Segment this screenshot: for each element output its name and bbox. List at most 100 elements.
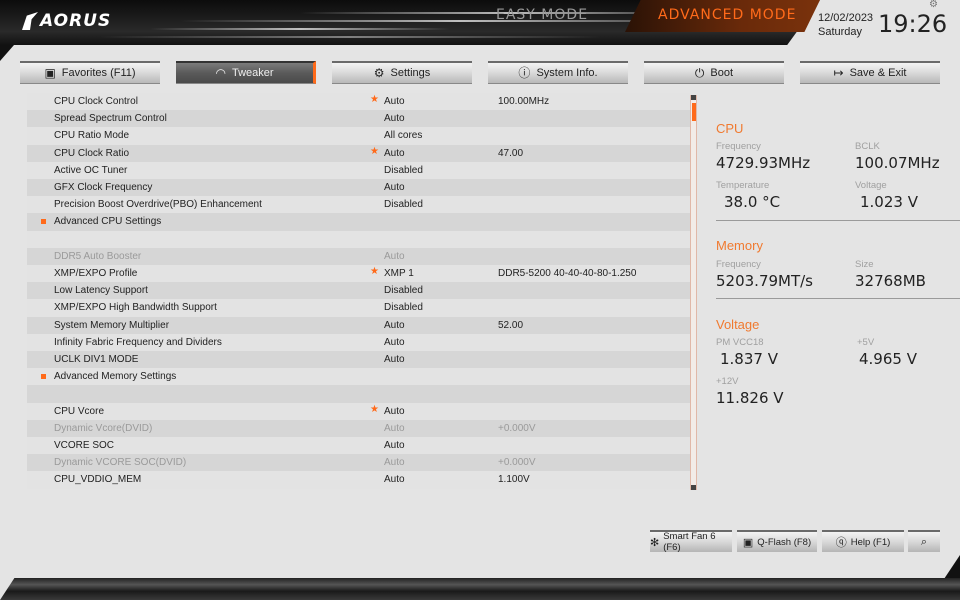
tab-boot[interactable]: ⏻ Boot	[644, 61, 784, 84]
setting-row[interactable]: VCORE SOC Auto	[27, 437, 690, 455]
setting-label: DDR5 Auto Booster	[54, 250, 142, 262]
tab-favorites[interactable]: ▣ Favorites (F11)	[20, 61, 160, 84]
setting-current-value: DDR5-5200 40-40-40-80-1.250	[498, 268, 637, 280]
setting-row[interactable]: XMP/EXPO High Bandwidth Support Disabled	[27, 299, 690, 317]
setting-row[interactable]: UCLK DIV1 MODE Auto	[27, 351, 690, 369]
setting-label: Active OC Tuner	[54, 164, 128, 176]
setting-label: VCORE SOC	[54, 440, 115, 452]
setting-value[interactable]: Auto	[384, 337, 405, 348]
favorites-icon: ▣	[44, 66, 56, 80]
setting-label: CPU Clock Ratio	[54, 147, 130, 159]
hardware-monitor-panel: CPU Frequency 4729.93MHz BCLK 100.07MHz …	[700, 95, 960, 495]
aorus-logo: AORUS	[22, 11, 111, 31]
setting-row[interactable]: Infinity Fabric Frequency and Dividers Au…	[27, 333, 690, 351]
fan-icon: ✻	[650, 536, 660, 549]
submenu-row[interactable]: Advanced Memory Settings	[27, 368, 690, 386]
setting-value[interactable]: XMP 1	[384, 268, 414, 279]
setting-row[interactable]: CPU Clock Control ★ Auto 100.00MHz	[27, 93, 690, 111]
smart-fan-button[interactable]: ✻ Smart Fan 6 (F6)	[650, 530, 732, 553]
setting-value[interactable]: Auto	[384, 354, 405, 365]
setting-value[interactable]: Disabled	[384, 285, 423, 296]
qflash-icon: ▣	[742, 536, 754, 549]
setting-label: XMP/EXPO Profile	[54, 268, 138, 280]
setting-row[interactable]: XMP/EXPO Profile ★ XMP 1 DDR5-5200 40-40-40…	[27, 265, 690, 283]
setting-label: Advanced CPU Settings	[54, 216, 162, 228]
setting-value[interactable]: Disabled	[384, 199, 423, 210]
search-icon: ⌕	[920, 535, 928, 548]
setting-label: Advanced Memory Settings	[54, 371, 177, 383]
tab-save-exit[interactable]: ↦ Save & Exit	[800, 61, 940, 84]
setting-value[interactable]: Disabled	[384, 302, 423, 313]
clock-time: 19:26	[878, 10, 948, 38]
voltage-section-title: Voltage	[716, 317, 760, 332]
setting-row[interactable]: Precision Boost Overdrive(PBO) Enhanceme…	[27, 196, 690, 214]
day-text: Saturday	[818, 26, 863, 38]
submenu-bullet-icon	[41, 374, 46, 380]
tab-system-info[interactable]: ⓘ System Info.	[488, 61, 628, 84]
cpu-frequency-value: 4729.93MHz	[716, 154, 811, 172]
setting-value[interactable]: Auto	[384, 113, 405, 124]
scroll-down-arrow[interactable]	[691, 485, 696, 490]
q-flash-button[interactable]: ▣ Q-Flash (F8)	[737, 530, 817, 552]
spacer-row	[27, 230, 690, 248]
memory-frequency-value: 5203.79MT/s	[716, 272, 814, 290]
plus-12v-value: 11.826 V	[716, 389, 784, 407]
submenu-row[interactable]: Advanced CPU Settings	[27, 213, 690, 231]
setting-value[interactable]: Auto	[384, 182, 405, 193]
setting-row[interactable]: System Memory Multiplier Auto 52.00	[27, 316, 690, 334]
cpu-temperature-label: Temperature	[716, 180, 770, 191]
exit-icon: ↦	[833, 66, 844, 80]
info-icon: ⓘ	[518, 66, 531, 80]
setting-label: GFX Clock Frequency	[54, 182, 153, 194]
setting-label: CPU_VDDIO_MEM	[54, 474, 142, 486]
setting-row[interactable]: CPU Clock Ratio ★ Auto 47.00	[27, 144, 690, 162]
plus-5v-value: 4.965 V	[859, 350, 917, 368]
pm-vcc18-label: PM VCC18	[716, 337, 764, 348]
clock-settings-icon[interactable]: ⚙	[929, 0, 939, 10]
tab-label: Settings	[390, 67, 431, 79]
setting-row[interactable]: Low Latency Support Disabled	[27, 282, 690, 300]
plus-12v-label: +12V	[716, 376, 739, 387]
tab-settings[interactable]: ⚙ Settings	[332, 61, 472, 84]
setting-current-value: 1.100V	[498, 474, 530, 486]
setting-row[interactable]: CPU Ratio Mode All cores	[27, 127, 690, 145]
setting-row[interactable]: GFX Clock Frequency Auto	[27, 179, 690, 197]
tab-tweaker[interactable]: ◠ Tweaker	[176, 61, 316, 84]
setting-value[interactable]: Auto	[384, 96, 405, 107]
setting-label: Spread Spectrum Control	[54, 113, 167, 125]
setting-value[interactable]: Auto	[384, 406, 405, 417]
setting-row: Dynamic Vcore(DVID) Auto +0.000V	[27, 419, 690, 437]
setting-row[interactable]: Active OC Tuner Disabled	[27, 161, 690, 179]
setting-label: XMP/EXPO High Bandwidth Support	[54, 302, 217, 314]
memory-size-label: Size	[855, 259, 874, 270]
footer-decoration	[0, 578, 960, 600]
setting-label: Dynamic Vcore(DVID)	[54, 422, 153, 434]
tab-label: Save & Exit	[849, 67, 907, 79]
advanced-mode-button[interactable]: ADVANCED MODE	[658, 7, 796, 23]
memory-frequency-label: Frequency	[716, 259, 761, 270]
setting-row[interactable]: CPU_VDDIO_MEM Auto 1.100V	[27, 471, 690, 489]
main-tabs: ▣ Favorites (F11) ◠ Tweaker ⚙ Settings ⓘ…	[20, 61, 940, 85]
scroll-up-arrow[interactable]	[691, 95, 696, 100]
power-icon: ⏻	[694, 66, 705, 80]
setting-row[interactable]: Spread Spectrum Control Auto	[27, 110, 690, 128]
setting-value[interactable]: Auto	[384, 474, 405, 485]
help-button[interactable]: ⓠ Help (F1)	[822, 530, 904, 552]
settings-scrollbar[interactable]	[690, 95, 697, 490]
cpu-voltage-label: Voltage	[855, 180, 887, 191]
settings-list: CPU Clock Control ★ Auto 100.00MHz Spread Sp…	[27, 93, 690, 491]
setting-value[interactable]: All cores	[384, 130, 422, 141]
search-button[interactable]: ⌕	[908, 530, 940, 552]
spacer-row	[27, 385, 690, 403]
aorus-eagle-icon	[22, 12, 38, 30]
easy-mode-button[interactable]: EASY MODE	[496, 7, 588, 23]
setting-row[interactable]: CPU Vcore ★ Auto	[27, 402, 690, 420]
setting-value: Auto	[384, 457, 405, 469]
setting-value[interactable]: Disabled	[384, 165, 423, 176]
plus-5v-label: +5V	[857, 337, 875, 348]
setting-value[interactable]: Auto	[384, 148, 405, 159]
setting-value[interactable]: Auto	[384, 320, 405, 331]
date-text: 12/02/2023	[818, 12, 874, 24]
setting-value[interactable]: Auto	[384, 440, 405, 451]
scrollbar-thumb[interactable]	[692, 103, 696, 121]
